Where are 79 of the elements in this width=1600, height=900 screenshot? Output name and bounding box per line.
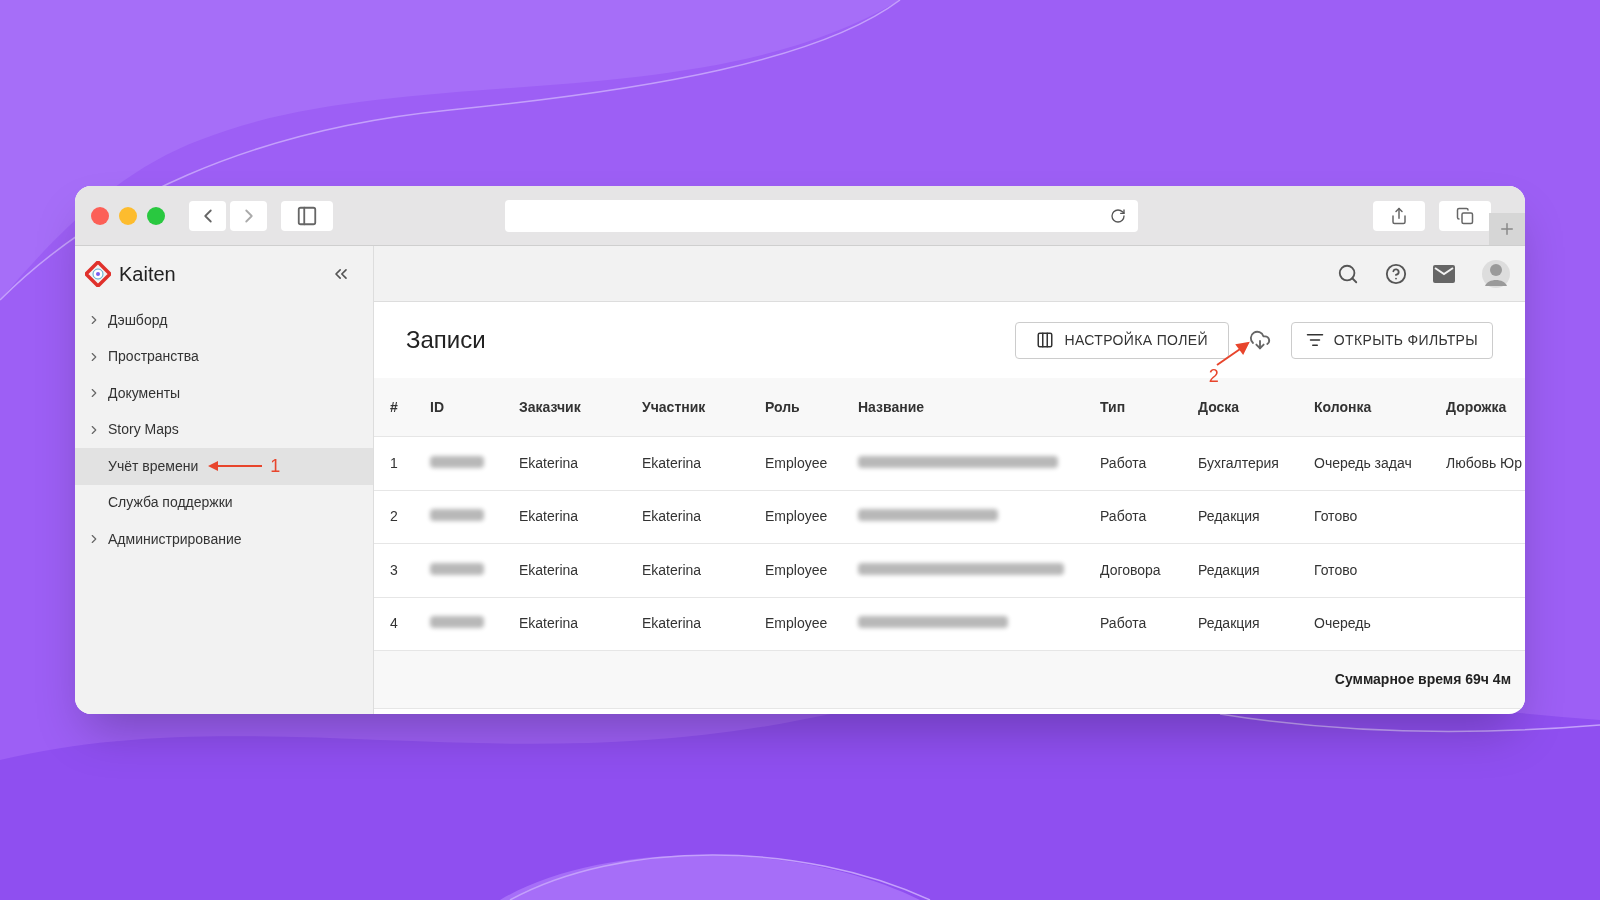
sidebar-item[interactable]: Администрирование — [75, 521, 373, 558]
forward-button[interactable] — [230, 200, 267, 231]
table-cell: Готово — [1314, 508, 1358, 525]
annotation-label: 2 — [1208, 367, 1219, 385]
table-cell: Ekaterina — [642, 615, 702, 632]
table-cell: Ekaterina — [642, 508, 702, 525]
table-cell: Очередь задач — [1314, 454, 1412, 471]
sidebar-toggle-button[interactable] — [281, 200, 333, 231]
table-cell: 4 — [390, 615, 398, 632]
share-button[interactable] — [1373, 200, 1425, 231]
plus-icon — [1498, 220, 1516, 238]
sidebar-item[interactable]: Дэшборд — [75, 302, 373, 339]
address-field[interactable] — [505, 199, 1138, 232]
table-cell: Редакция — [1198, 615, 1260, 632]
reload-icon[interactable] — [1110, 207, 1126, 224]
blurred-text — [430, 509, 484, 522]
field-settings-button[interactable]: НАСТРОЙКА ПОЛЕЙ — [1015, 321, 1229, 359]
annotation-label: 1 — [270, 454, 281, 478]
table-cell: Договора — [1100, 561, 1161, 578]
mail-icon[interactable] — [1433, 264, 1455, 283]
column-header[interactable]: Доска — [1198, 399, 1240, 415]
back-button[interactable] — [189, 200, 226, 231]
table-cell: Employee — [765, 508, 828, 525]
table-cell: Employee — [765, 561, 828, 578]
table-cell: Ekaterina — [519, 508, 579, 525]
table-cell: Работа — [1100, 615, 1147, 632]
tabs-button[interactable] — [1439, 200, 1491, 231]
page-title: Записи — [406, 325, 486, 355]
table-cell: Любовь Юр — [1446, 454, 1523, 471]
avatar[interactable] — [1481, 257, 1511, 290]
table-cell: Ekaterina — [519, 561, 579, 578]
annotation-arrow — [1214, 341, 1251, 367]
blurred-text — [430, 455, 484, 468]
tabs-icon — [1456, 206, 1474, 225]
table-cell: Готово — [1314, 561, 1358, 578]
logo-icon — [85, 261, 111, 287]
sidebar-item[interactable]: Документы — [75, 375, 373, 412]
column-header[interactable]: Колонка — [1314, 399, 1372, 415]
column-header[interactable]: # — [390, 399, 398, 415]
table-cell: Employee — [765, 615, 828, 632]
column-header[interactable]: Участник — [642, 399, 706, 415]
blurred-text — [430, 616, 484, 629]
sidebar-item[interactable]: Пространства — [75, 338, 373, 375]
table-cell: Ekaterina — [642, 561, 702, 578]
filter-icon — [1305, 331, 1324, 349]
sidebar-item[interactable]: Story Maps — [75, 411, 373, 448]
total-time: Суммарное время 69ч 4м — [1334, 670, 1511, 689]
column-header[interactable]: Тип — [1100, 399, 1126, 415]
table-cell: Employee — [765, 454, 828, 471]
table-cell: Работа — [1100, 508, 1147, 525]
sidebar-item[interactable]: Служба поддержки — [75, 484, 373, 521]
column-header[interactable]: Дорожка — [1446, 399, 1507, 415]
share-icon — [1390, 206, 1408, 225]
column-header[interactable]: Название — [858, 399, 925, 415]
column-header[interactable]: Заказчик — [519, 399, 581, 415]
table-cell: Ekaterina — [519, 615, 579, 632]
columns-icon — [1036, 331, 1055, 349]
table-cell: 1 — [390, 454, 398, 471]
column-header[interactable]: ID — [430, 399, 444, 415]
table-cell: Работа — [1100, 454, 1147, 471]
download-icon[interactable] — [1248, 329, 1271, 351]
table-cell: 3 — [390, 561, 398, 578]
table-cell: Очередь — [1314, 615, 1371, 632]
table-cell: 2 — [390, 508, 398, 525]
table-cell: Редакция — [1198, 561, 1260, 578]
new-tab-button[interactable] — [1489, 213, 1525, 245]
table-cell: Бухгалтерия — [1198, 454, 1279, 471]
table-cell: Ekaterina — [642, 454, 702, 471]
annotation-arrow — [206, 460, 265, 473]
blurred-text — [430, 562, 484, 575]
sidebar-item[interactable]: Учёт времени 1 — [75, 448, 373, 485]
sidebar-icon — [296, 204, 318, 227]
app-name: Kaiten — [119, 262, 176, 287]
help-icon[interactable] — [1385, 262, 1407, 285]
open-filters-button[interactable]: ОТКРЫТЬ ФИЛЬТРЫ — [1290, 321, 1493, 359]
table-cell: Ekaterina — [519, 454, 579, 471]
search-icon[interactable] — [1337, 262, 1359, 285]
table-cell: Редакция — [1198, 508, 1260, 525]
column-header[interactable]: Роль — [765, 399, 800, 415]
